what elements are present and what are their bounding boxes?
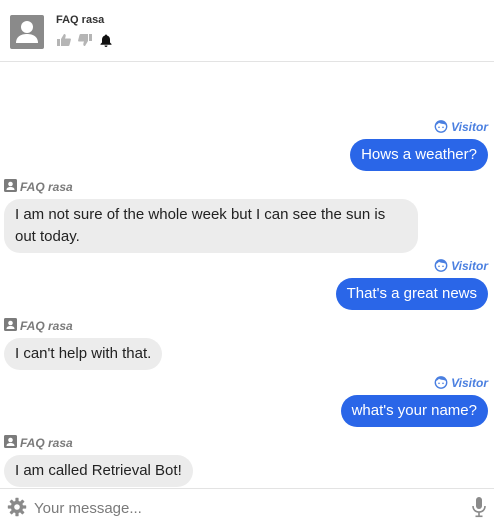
- chat-widget: FAQ rasa Visitor Hows a weather? FAQ ras…: [0, 0, 494, 526]
- message-input[interactable]: [34, 495, 454, 521]
- gear-icon[interactable]: [7, 497, 27, 517]
- microphone-icon[interactable]: [470, 496, 488, 518]
- message-bubble: I am not sure of the whole week but I ca…: [4, 199, 418, 253]
- message-bubble: I am called Retrieval Bot!: [4, 455, 193, 487]
- header-actions: [56, 33, 114, 47]
- message-user: Visitor Hows a weather?: [350, 119, 488, 171]
- visitor-face-icon: [434, 119, 448, 136]
- sender-label: FAQ rasa: [4, 318, 162, 334]
- message-composer: [0, 488, 494, 526]
- message-bubble: what's your name?: [340, 395, 488, 427]
- message-list: Visitor Hows a weather? FAQ rasa I am no…: [0, 62, 494, 488]
- message-user: Visitor That's a great news: [335, 258, 488, 310]
- message-bot: FAQ rasa I am not sure of the whole week…: [4, 179, 418, 253]
- message-user: Visitor what's your name?: [340, 375, 488, 427]
- sender-label: Visitor: [350, 119, 488, 136]
- message-bubble: I can't help with that.: [4, 338, 163, 370]
- message-bubble: That's a great news: [335, 278, 488, 310]
- bot-avatar: [10, 15, 44, 49]
- sender-label: Visitor: [341, 375, 488, 392]
- chat-header: FAQ rasa: [0, 0, 494, 62]
- thumbs-up-icon[interactable]: [56, 33, 72, 47]
- message-bot: FAQ rasa I can't help with that.: [4, 318, 163, 370]
- visitor-face-icon: [434, 258, 448, 275]
- contact-card-icon: [4, 435, 17, 451]
- sender-label: FAQ rasa: [4, 435, 193, 451]
- message-bot: FAQ rasa I am called Retrieval Bot!: [4, 435, 193, 487]
- visitor-face-icon: [434, 375, 448, 392]
- bell-icon[interactable]: [98, 33, 114, 47]
- sender-label: FAQ rasa: [4, 179, 418, 195]
- sender-label: Visitor: [336, 258, 488, 275]
- header-title: FAQ rasa: [56, 14, 105, 26]
- message-bubble: Hows a weather?: [350, 139, 488, 171]
- thumbs-down-icon[interactable]: [77, 33, 93, 47]
- contact-card-icon: [4, 318, 17, 334]
- contact-card-icon: [4, 179, 17, 195]
